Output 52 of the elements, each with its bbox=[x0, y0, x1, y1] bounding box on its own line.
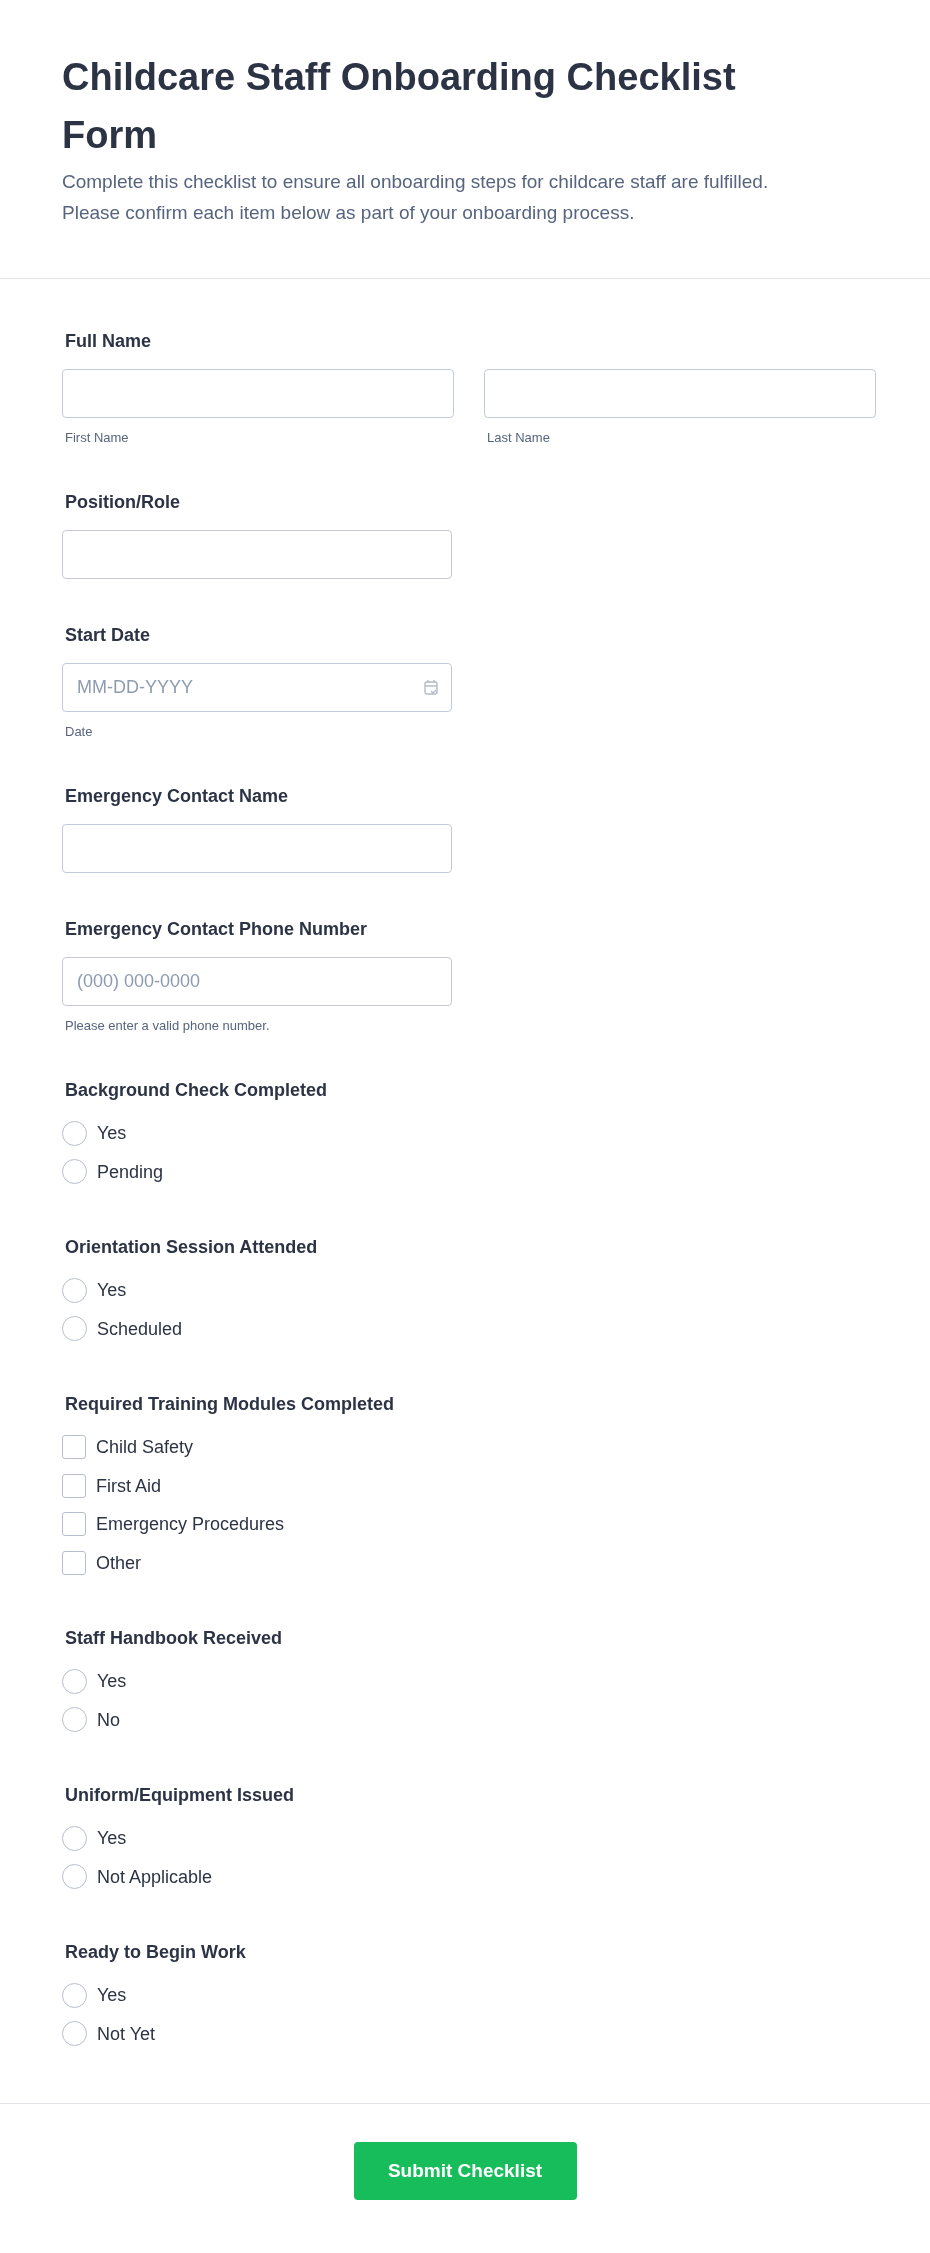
radio-button[interactable] bbox=[62, 1159, 87, 1185]
field-label: Ready to Begin Work bbox=[65, 1941, 247, 1964]
field-label: Emergency Contact Name bbox=[65, 785, 290, 808]
option-label[interactable]: Yes bbox=[97, 1983, 127, 2008]
field-label: Required Training Modules Completed bbox=[65, 1393, 396, 1416]
phone-field[interactable]: (000) 000-0000 bbox=[62, 957, 452, 1006]
input-field[interactable] bbox=[62, 824, 452, 873]
option-label[interactable]: No bbox=[97, 1707, 120, 1732]
field-label: Orientation Session Attended bbox=[65, 1236, 319, 1259]
option-label[interactable]: Not Applicable bbox=[97, 1864, 213, 1889]
checkbox[interactable] bbox=[62, 1512, 86, 1537]
option-label[interactable]: First Aid bbox=[96, 1473, 161, 1498]
sub-label: Date bbox=[65, 724, 94, 740]
field-label: Position/Role bbox=[65, 491, 181, 514]
radio-button[interactable] bbox=[62, 1707, 87, 1733]
option-label[interactable]: Other bbox=[96, 1550, 142, 1575]
radio-button[interactable] bbox=[62, 1316, 87, 1342]
input-field[interactable] bbox=[484, 369, 876, 418]
radio-button[interactable] bbox=[62, 1277, 87, 1303]
date-field[interactable]: MM-DD-YYYY bbox=[62, 663, 452, 712]
option-label[interactable]: Yes bbox=[97, 1826, 127, 1851]
option-label[interactable]: Yes bbox=[97, 1121, 127, 1146]
form-description: Complete this checklist to ensure all onboarding steps for childcare staff are fulfilled. Please confirm each item below as part of your onboarding process. bbox=[62, 170, 770, 225]
field-label: Background Check Completed bbox=[65, 1079, 329, 1102]
option-label[interactable]: Yes bbox=[97, 1278, 127, 1303]
checkbox[interactable] bbox=[62, 1550, 86, 1575]
radio-button[interactable] bbox=[62, 1120, 87, 1146]
option-label[interactable]: Scheduled bbox=[97, 1316, 183, 1341]
input-field[interactable] bbox=[62, 530, 452, 579]
calendar-icon[interactable] bbox=[424, 679, 438, 695]
option-label[interactable]: Child Safety bbox=[96, 1435, 194, 1460]
field-label: Uniform/Equipment Issued bbox=[65, 1784, 296, 1807]
checkbox[interactable] bbox=[62, 1473, 86, 1498]
input-field[interactable] bbox=[62, 369, 454, 418]
option-label[interactable]: Yes bbox=[97, 1669, 127, 1694]
option-label[interactable]: Pending bbox=[97, 1159, 164, 1184]
field-label: Staff Handbook Received bbox=[65, 1627, 284, 1650]
checkbox[interactable] bbox=[62, 1435, 86, 1460]
form-title: Childcare Staff Onboarding Checklist Form bbox=[62, 55, 737, 158]
radio-button[interactable] bbox=[62, 1864, 87, 1890]
radio-button[interactable] bbox=[62, 1825, 87, 1851]
sub-label: First Name bbox=[65, 430, 130, 446]
sub-label: Last Name bbox=[487, 430, 551, 446]
field-label: Start Date bbox=[65, 624, 152, 647]
radio-button[interactable] bbox=[62, 1668, 87, 1694]
radio-button[interactable] bbox=[62, 2021, 87, 2047]
field-label: Full Name bbox=[65, 330, 153, 353]
field-label: Emergency Contact Phone Number bbox=[65, 918, 369, 941]
option-label[interactable]: Not Yet bbox=[97, 2021, 156, 2046]
help-text: Please enter a valid phone number. bbox=[65, 1018, 271, 1034]
radio-button[interactable] bbox=[62, 1982, 87, 2008]
option-label[interactable]: Emergency Procedures bbox=[96, 1512, 285, 1537]
